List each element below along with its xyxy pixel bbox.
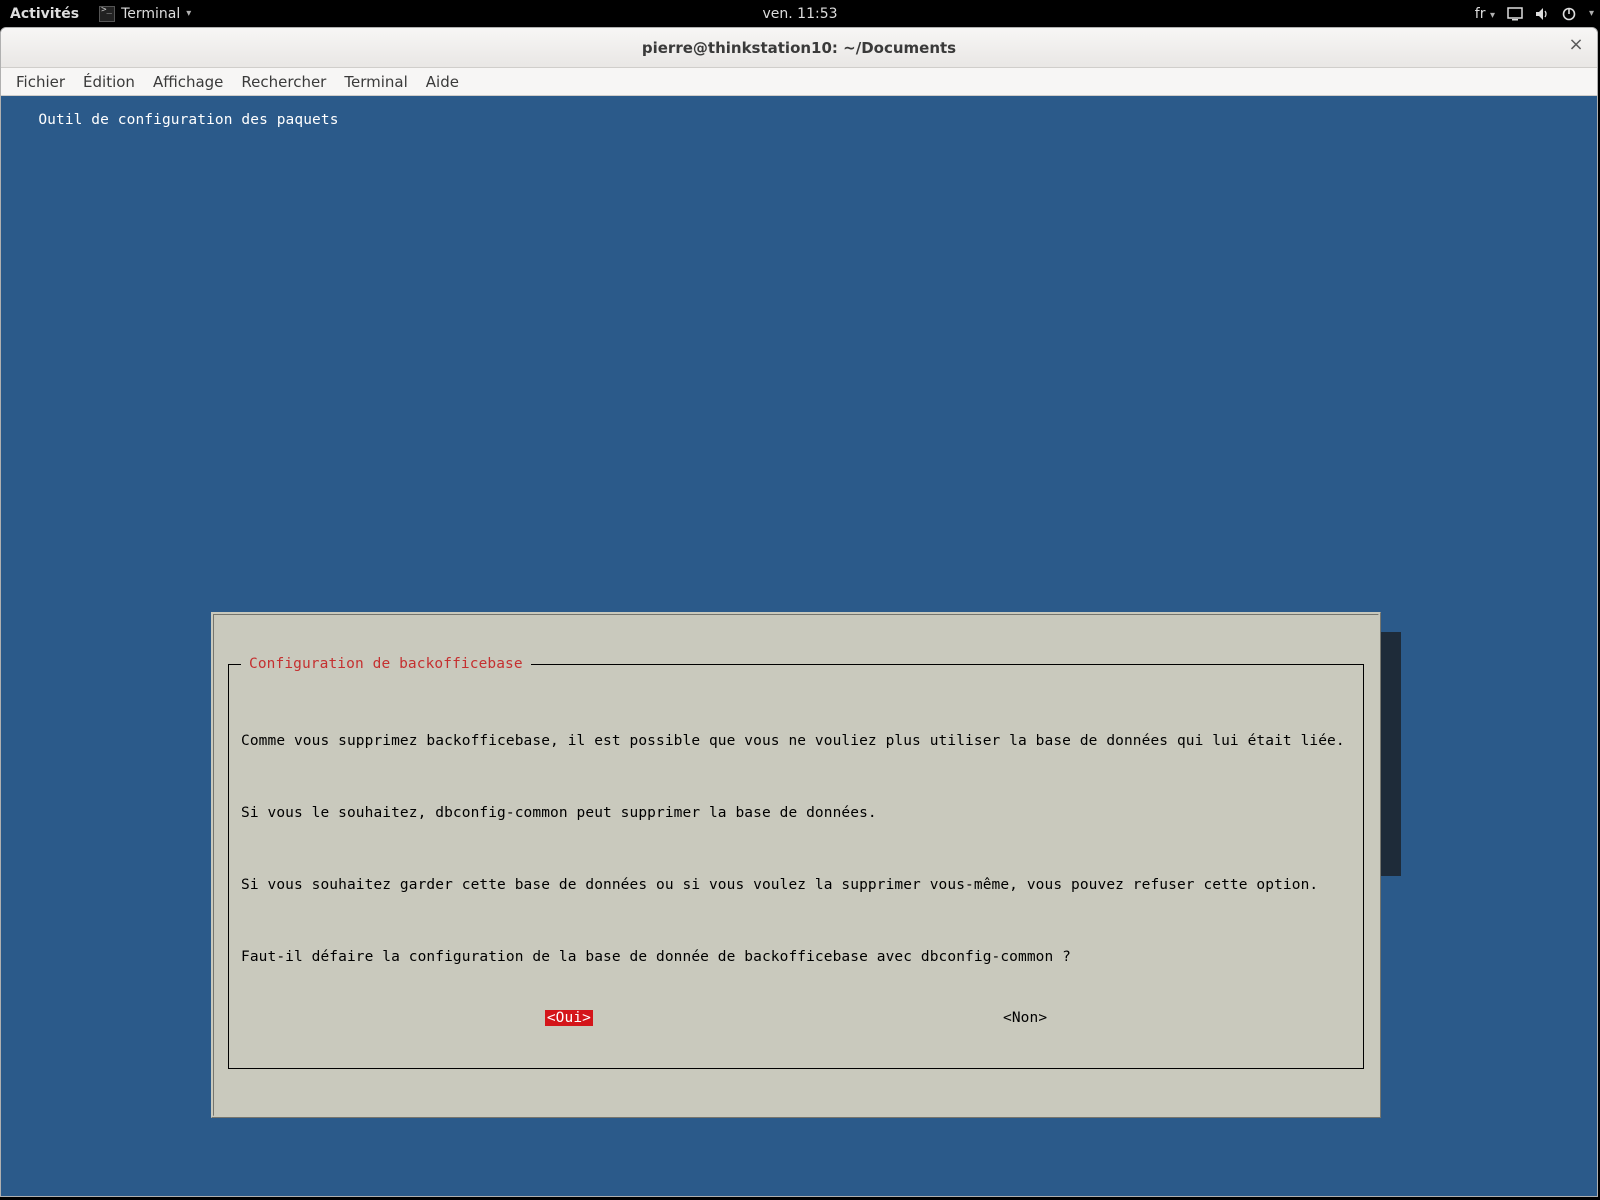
keyboard-layout-indicator[interactable]: fr ▾ (1475, 6, 1495, 22)
chevron-down-icon[interactable]: ▾ (1589, 8, 1594, 19)
chevron-down-icon: ▾ (186, 8, 191, 19)
app-menu-label: Terminal (121, 6, 180, 22)
dialog-text-line-1: Comme vous supprimez backofficebase, il … (241, 732, 1351, 750)
keyboard-layout-label: fr (1475, 6, 1486, 22)
window-titlebar[interactable]: pierre@thinkstation10: ~/Documents × (1, 28, 1597, 68)
menu-edit[interactable]: Édition (74, 73, 144, 91)
menu-search[interactable]: Rechercher (232, 73, 335, 91)
dialog-title: Configuration de backofficebase (241, 656, 531, 672)
menu-terminal[interactable]: Terminal (335, 73, 416, 91)
chevron-down-icon: ▾ (1490, 10, 1495, 21)
gnome-topbar: Activités Terminal ▾ ven. 11:53 fr ▾ ▾ (0, 0, 1600, 27)
menu-view[interactable]: Affichage (144, 73, 232, 91)
dialog-text-line-3: Si vous souhaitez garder cette base de d… (241, 876, 1351, 894)
display-icon[interactable] (1507, 7, 1523, 21)
close-icon[interactable]: × (1567, 38, 1585, 56)
yes-button[interactable]: <Oui> (545, 1010, 593, 1026)
dialog-button-row: <Oui> <Non> (241, 1010, 1351, 1026)
terminal-icon (99, 6, 115, 22)
menu-help[interactable]: Aide (417, 73, 468, 91)
clock-label[interactable]: ven. 11:53 (762, 6, 837, 22)
terminal-viewport: Outil de configuration des paquets Confi… (1, 96, 1597, 1196)
window-title: pierre@thinkstation10: ~/Documents (642, 39, 956, 57)
dialog-text-line-2: Si vous le souhaitez, dbconfig-common pe… (241, 804, 1351, 822)
dialog-text-line-4: Faut-il défaire la configuration de la b… (241, 948, 1351, 966)
menubar: Fichier Édition Affichage Rechercher Ter… (1, 68, 1597, 96)
app-menu-button[interactable]: Terminal ▾ (89, 6, 201, 22)
no-button[interactable]: <Non> (1003, 1010, 1047, 1026)
terminal-window: pierre@thinkstation10: ~/Documents × Fic… (0, 27, 1598, 1197)
package-config-heading: Outil de configuration des paquets (36, 112, 340, 128)
menu-file[interactable]: Fichier (7, 73, 74, 91)
activities-button[interactable]: Activités (0, 6, 89, 22)
status-tray: fr ▾ ▾ (1475, 6, 1594, 22)
volume-icon[interactable] (1535, 7, 1549, 21)
power-icon[interactable] (1561, 6, 1577, 22)
debconf-dialog: Configuration de backofficebase Comme vo… (211, 612, 1381, 1118)
dialog-frame: Configuration de backofficebase Comme vo… (228, 656, 1364, 1069)
